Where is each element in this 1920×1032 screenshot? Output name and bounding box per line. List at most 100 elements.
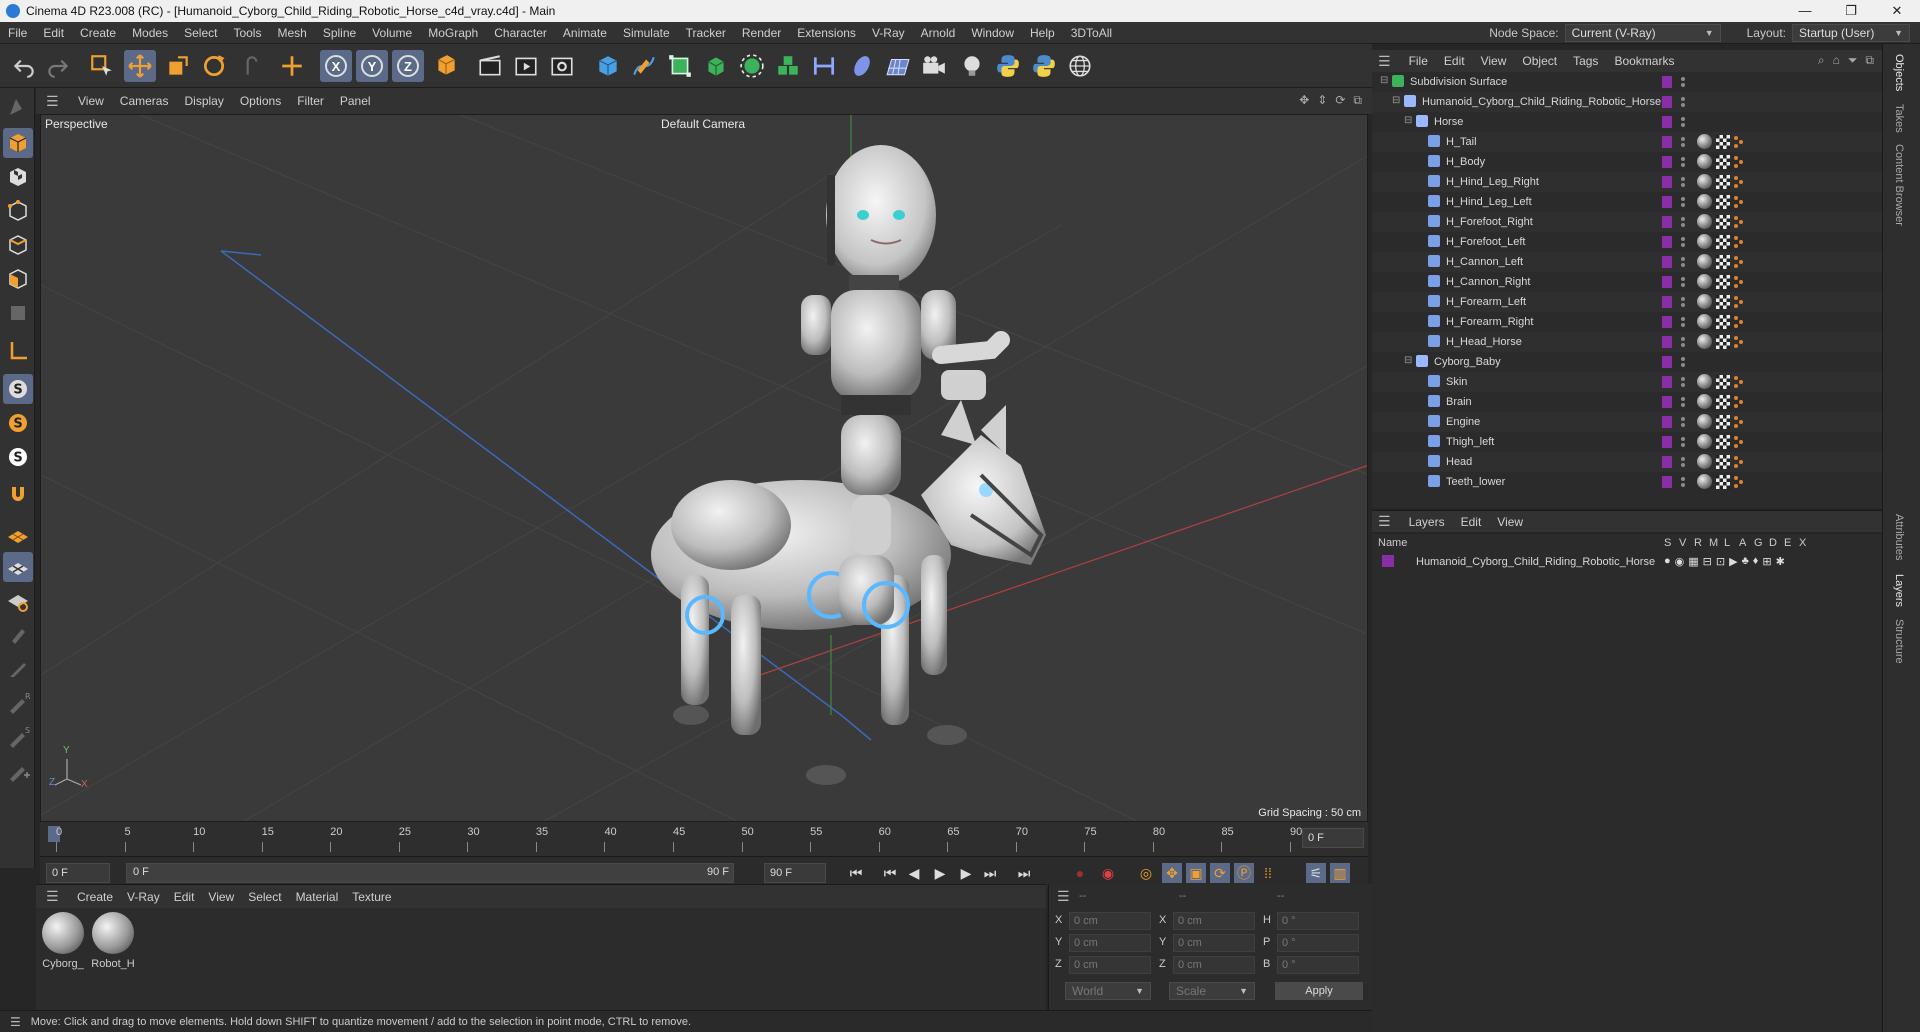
rotate-tool-button[interactable] — [198, 50, 230, 82]
editor-visibility-dot[interactable] — [1681, 357, 1685, 361]
material-menu-vray[interactable]: V-Ray — [120, 890, 167, 904]
tab-content-browser[interactable]: Content Browser — [1893, 144, 1905, 226]
solo-button[interactable] — [3, 552, 33, 582]
search-icon[interactable]: ⌕ — [1818, 53, 1825, 68]
visibility-toggles[interactable] — [1662, 255, 1685, 269]
menu-window[interactable]: Window — [963, 26, 1022, 40]
deformers-flag-icon[interactable]: ♦ — [1753, 555, 1759, 568]
object-row[interactable]: H_Forearm_Left — [1372, 292, 1882, 312]
tab-structure[interactable]: Structure — [1893, 619, 1905, 664]
object-name[interactable]: Cyborg_Baby — [1434, 356, 1501, 368]
uvw-tag-icon[interactable] — [1716, 374, 1730, 389]
editor-visibility-dot[interactable] — [1681, 217, 1685, 221]
render-visibility-dot[interactable] — [1681, 443, 1685, 447]
size-mode-dropdown[interactable]: Scale ▼ — [1169, 982, 1255, 1000]
material-tag-icon[interactable] — [1697, 414, 1712, 429]
edge-mode-button[interactable] — [3, 230, 33, 260]
size-z-field[interactable]: 0 cm — [1173, 956, 1255, 974]
object-name[interactable]: Head — [1446, 456, 1472, 468]
go-to-start-icon[interactable]: ⏮ — [846, 863, 866, 883]
keyframe-selection-icon[interactable]: ◎ — [1136, 863, 1156, 883]
record-keys-icon[interactable]: ● — [1070, 863, 1090, 883]
scale-tool-button[interactable] — [162, 50, 194, 82]
object-name[interactable]: H_Forearm_Right — [1446, 316, 1533, 328]
editor-visibility-dot[interactable] — [1681, 117, 1685, 121]
material-tag-icon[interactable] — [1697, 334, 1712, 349]
object-name[interactable]: H_Hind_Leg_Left — [1446, 196, 1532, 208]
render-visibility-dot[interactable] — [1681, 343, 1685, 347]
object-name[interactable]: Subdivision Surface — [1410, 76, 1507, 88]
material-tag-icon[interactable] — [1697, 474, 1712, 489]
menu-help[interactable]: Help — [1022, 26, 1063, 40]
transform-tool-button[interactable] — [276, 50, 308, 82]
render-settings-button[interactable] — [546, 50, 578, 82]
object-row[interactable]: Skin — [1372, 372, 1882, 392]
menu-3dtoall[interactable]: 3DToAll — [1063, 26, 1120, 40]
material-tag-icon[interactable] — [1697, 394, 1712, 409]
editor-visibility-dot[interactable] — [1681, 317, 1685, 321]
menu-select[interactable]: Select — [176, 26, 225, 40]
menu-tracker[interactable]: Tracker — [678, 26, 734, 40]
web-browser-button[interactable] — [1064, 50, 1096, 82]
viewport-menu-filter[interactable]: Filter — [289, 94, 332, 108]
menu-modes[interactable]: Modes — [124, 26, 176, 40]
expand-toggle-icon[interactable]: ⊟ — [1380, 75, 1388, 86]
filter-icon[interactable]: ⏷ — [1848, 53, 1858, 68]
render-visibility-dot[interactable] — [1681, 403, 1685, 407]
rotation-h-field[interactable]: 0 ° — [1277, 912, 1359, 930]
objects-menu-edit[interactable]: Edit — [1436, 54, 1473, 68]
render-visibility-dot[interactable] — [1681, 103, 1685, 107]
render-visibility-dot[interactable] — [1681, 463, 1685, 467]
editor-visibility-dot[interactable] — [1681, 457, 1685, 461]
key-parameter-icon[interactable]: Ⓟ — [1234, 863, 1254, 883]
visibility-toggles[interactable] — [1662, 355, 1685, 369]
editor-visibility-dot[interactable] — [1681, 377, 1685, 381]
object-name[interactable]: Thigh_left — [1446, 436, 1494, 448]
material-tag-icon[interactable] — [1697, 194, 1712, 209]
tab-objects[interactable]: Objects — [1893, 54, 1905, 91]
viewport-maximize-icon[interactable]: ⧉ — [1353, 93, 1362, 108]
object-name[interactable]: H_Tail — [1446, 136, 1477, 148]
visibility-toggles[interactable] — [1662, 95, 1685, 109]
size-x-field[interactable]: 0 cm — [1173, 912, 1255, 930]
editor-visibility-dot[interactable] — [1681, 77, 1685, 81]
position-z-field[interactable]: 0 cm — [1069, 956, 1151, 974]
editor-visibility-dot[interactable] — [1681, 257, 1685, 261]
material-menu-create[interactable]: Create — [70, 890, 120, 904]
workplane-button[interactable] — [3, 336, 33, 366]
selection-tag-icon[interactable] — [1734, 455, 1744, 469]
render-visibility-dot[interactable] — [1681, 483, 1685, 487]
size-y-field[interactable]: 0 cm — [1173, 934, 1255, 952]
uvw-tag-icon[interactable] — [1716, 414, 1730, 429]
material-tag-icon[interactable] — [1697, 174, 1712, 189]
material-menu-edit[interactable]: Edit — [167, 890, 202, 904]
selection-tag-icon[interactable] — [1734, 155, 1744, 169]
render-visibility-dot[interactable] — [1681, 383, 1685, 387]
solo-hierarchy-button[interactable] — [3, 586, 33, 616]
visibility-toggles[interactable] — [1662, 295, 1685, 309]
object-name[interactable]: H_Head_Horse — [1446, 336, 1522, 348]
object-row[interactable]: Thigh_left — [1372, 432, 1882, 452]
material-tag-icon[interactable] — [1697, 374, 1712, 389]
expand-toggle-icon[interactable]: ⊟ — [1404, 115, 1412, 126]
object-row[interactable]: ⊟ Horse — [1372, 112, 1882, 132]
texture-mode-button[interactable] — [3, 162, 33, 192]
visibility-toggles[interactable] — [1662, 135, 1685, 149]
uvw-tag-icon[interactable] — [1716, 214, 1730, 229]
selection-tag-icon[interactable] — [1734, 175, 1744, 189]
coordinate-space-dropdown[interactable]: World ▼ — [1065, 982, 1151, 1000]
render-visibility-dot[interactable] — [1681, 183, 1685, 187]
render-visibility-dot[interactable] — [1681, 363, 1685, 367]
deformer-button[interactable] — [808, 50, 840, 82]
hamburger-icon[interactable]: ☰ — [46, 888, 60, 905]
hamburger-icon[interactable]: ☰ — [1057, 888, 1070, 905]
visibility-toggles[interactable] — [1662, 415, 1685, 429]
uvw-tag-icon[interactable] — [1716, 474, 1730, 489]
editor-visibility-dot[interactable] — [1681, 297, 1685, 301]
position-y-field[interactable]: 0 cm — [1069, 934, 1151, 952]
minimize-button[interactable]: — — [1782, 0, 1828, 22]
visibility-toggles[interactable] — [1662, 195, 1685, 209]
redo-button[interactable] — [42, 50, 74, 82]
object-name[interactable]: Humanoid_Cyborg_Child_Riding_Robotic_Hor… — [1422, 96, 1661, 108]
live-selection-button[interactable] — [86, 50, 118, 82]
